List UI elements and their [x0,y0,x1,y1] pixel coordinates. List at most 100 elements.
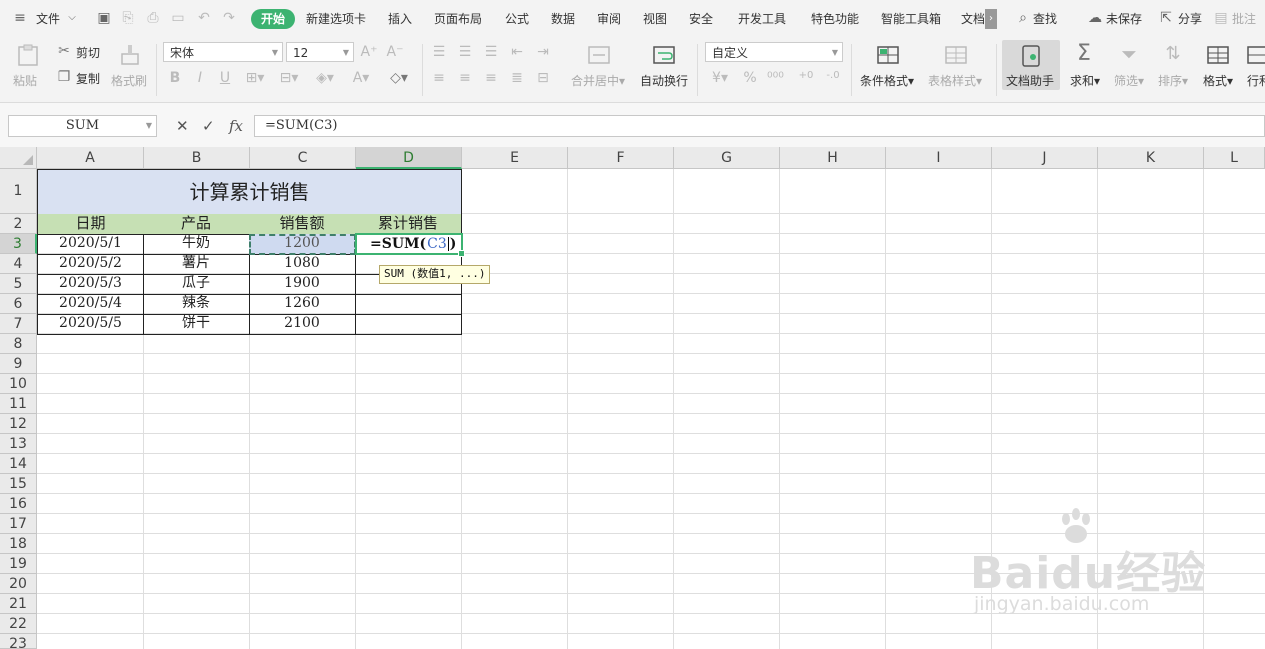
copy-button[interactable]: 复制 [76,70,100,87]
print-icon[interactable]: ⎙ [145,10,161,26]
sort-button[interactable]: 排序▾ [1158,72,1188,89]
table-style-button[interactable]: 表格样式▾ [928,72,982,89]
tab-home[interactable]: 开始 [251,9,295,29]
underline-icon[interactable]: U [218,70,232,86]
doc-helper-button[interactable]: 文档助手 [1002,40,1060,90]
column-header-d[interactable]: D [356,147,462,169]
hamburger-icon[interactable]: ≡ [12,10,28,26]
row-header-20[interactable]: 20 [0,574,37,594]
header-cell-sales[interactable]: 销售额 [249,214,356,235]
sales-cell[interactable]: 1900 [249,274,356,295]
sort-icon[interactable]: ⇅ [1162,42,1184,66]
print-preview-icon[interactable]: ▭ [170,10,186,26]
align-bottom-icon[interactable]: ☰ [484,44,498,60]
align-left-icon[interactable]: ≡ [432,70,446,86]
row-header-12[interactable]: 12 [0,414,37,434]
fill-handle[interactable] [458,250,465,257]
bold-icon[interactable]: B [168,70,182,86]
row-header-8[interactable]: 8 [0,334,37,354]
name-box[interactable]: SUM ▼ [8,115,157,137]
font-size-select[interactable]: 12 ▼ [286,42,354,62]
column-header-c[interactable]: C [250,147,356,169]
row-header-10[interactable]: 10 [0,374,37,394]
thousands-icon[interactable]: ⁰⁰⁰ [767,70,784,86]
search-icon[interactable]: ⌕ [1015,10,1031,26]
column-header-g[interactable]: G [674,147,780,169]
wrap-text-button[interactable]: 自动换行 [640,72,688,89]
redo-icon[interactable]: ↷ [221,10,237,26]
tab-special[interactable]: 特色功能 [811,11,859,27]
column-header-a[interactable]: A [37,147,144,169]
tab-data[interactable]: 数据 [551,11,575,27]
formula-input[interactable]: =SUM(C3) [254,115,1265,137]
row-header-19[interactable]: 19 [0,554,37,574]
currency-icon[interactable]: ¥▾ [709,70,731,86]
eraser-icon[interactable]: ◇▾ [386,70,412,86]
column-header-l[interactable]: L [1204,147,1265,169]
product-cell[interactable]: 辣条 [143,294,250,315]
row-header-15[interactable]: 15 [0,474,37,494]
align-top-icon[interactable]: ☰ [432,44,446,60]
file-menu[interactable]: 文件 [36,11,60,27]
row-header-17[interactable]: 17 [0,514,37,534]
tab-view[interactable]: 视图 [643,11,667,27]
row-header-5[interactable]: 5 [0,274,37,294]
format-painter-icon[interactable] [118,44,142,66]
date-cell[interactable]: 2020/5/3 [37,274,144,295]
italic-icon[interactable]: I [193,70,207,86]
scissors-icon[interactable]: ✂ [56,43,72,59]
product-cell[interactable]: 薯片 [143,254,250,275]
cumulative-cell[interactable] [355,314,462,335]
sales-cell[interactable]: 1260 [249,294,356,315]
tab-review[interactable]: 审阅 [597,11,621,27]
row-header-7[interactable]: 7 [0,314,37,334]
column-header-b[interactable]: B [144,147,250,169]
tab-formulas[interactable]: 公式 [505,11,529,27]
merge-center-icon[interactable] [587,44,611,66]
row-header-21[interactable]: 21 [0,594,37,614]
tab-document[interactable]: 文档 [961,11,985,27]
sum-button[interactable]: 求和▾ [1070,72,1100,89]
font-name-select[interactable]: 宋体 ▼ [163,42,283,62]
column-header-h[interactable]: H [780,147,886,169]
distribute-icon[interactable]: ⊟ [536,70,550,86]
sales-cell[interactable]: 2100 [249,314,356,335]
unsaved-status[interactable]: 未保存 [1106,11,1142,27]
row-header-3[interactable]: 3 [0,234,37,254]
chevron-down-icon[interactable]: ⌵ [64,10,80,26]
merge-center-button[interactable]: 合并居中▾ [571,72,625,89]
header-cell-product[interactable]: 产品 [143,214,250,235]
row-header-1[interactable]: 1 [0,169,37,214]
row-header-14[interactable]: 14 [0,454,37,474]
wrap-text-icon[interactable] [652,44,676,66]
rows-cols-button[interactable]: 行和 [1247,72,1265,89]
column-header-f[interactable]: F [568,147,674,169]
cancel-icon[interactable]: ✕ [176,117,189,135]
cell-style-icon[interactable]: ⊟▾ [278,70,300,86]
share-button[interactable]: 分享 [1178,11,1202,27]
product-cell[interactable]: 牛奶 [143,234,250,255]
insert-function-button[interactable]: fx [229,117,243,135]
conditional-format-button[interactable]: 条件格式▾ [860,72,914,89]
cut-button[interactable]: 剪切 [76,44,100,61]
column-header-e[interactable]: E [462,147,568,169]
row-header-18[interactable]: 18 [0,534,37,554]
save-icon[interactable]: ▣ [96,10,112,26]
table-style-icon[interactable] [944,44,968,66]
column-header-j[interactable]: J [992,147,1098,169]
font-color-icon[interactable]: A▾ [350,70,372,86]
row-header-16[interactable]: 16 [0,494,37,514]
row-header-4[interactable]: 4 [0,254,37,274]
fill-color-icon[interactable]: ◈▾ [314,70,336,86]
font-shrink-icon[interactable]: A⁻ [386,44,404,60]
row-header-6[interactable]: 6 [0,294,37,314]
comment-button[interactable]: 批注 [1232,11,1256,27]
paste-button[interactable]: 粘贴 [13,72,37,89]
column-header-k[interactable]: K [1098,147,1204,169]
rows-cols-icon[interactable] [1246,44,1265,66]
header-cell-cumulative[interactable]: 累计销售 [355,214,462,235]
tab-new[interactable]: 新建选项卡 [306,11,366,27]
tab-page-layout[interactable]: 页面布局 [434,11,482,27]
increase-decimal-icon[interactable]: +0 [795,68,817,84]
indent-decrease-icon[interactable]: ⇤ [510,44,524,60]
